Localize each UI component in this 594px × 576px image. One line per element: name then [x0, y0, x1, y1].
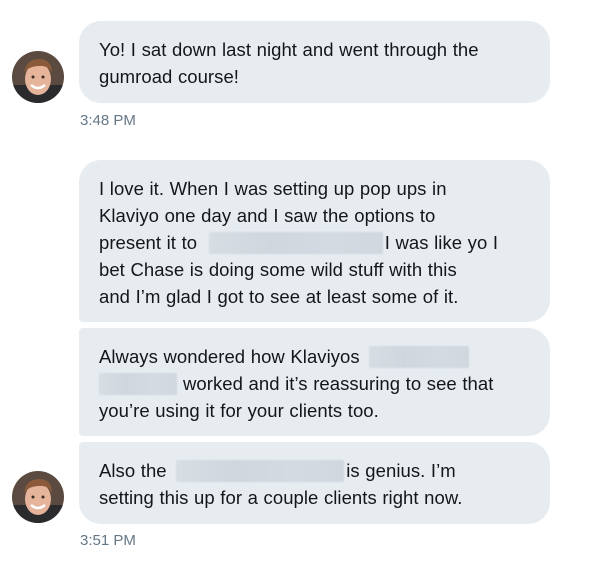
redacted-text — [176, 460, 345, 482]
message-timestamp: 3:51 PM — [80, 532, 136, 549]
message-line: Always wondered how Klaviyos — [99, 343, 530, 370]
message-line: gumroad course! — [99, 66, 239, 87]
avatar[interactable] — [12, 471, 64, 523]
message-bubble[interactable]: I love it. When I was setting up pop ups… — [79, 160, 550, 322]
message-bubble[interactable]: Yo! I sat down last night and went throu… — [79, 21, 550, 103]
message-line: setting this up for a couple clients rig… — [99, 487, 463, 508]
avatar[interactable] — [12, 51, 64, 103]
message-line: bet Chase is doing some wild stuff with … — [99, 259, 457, 280]
user-avatar-icon — [12, 51, 64, 103]
message-line: you’re using it for your clients too. — [99, 400, 379, 421]
message-line: Yo! I sat down last night and went throu… — [99, 39, 479, 60]
message-line: present it to I was like yo I — [99, 232, 499, 254]
redacted-text — [369, 346, 470, 368]
redacted-text — [208, 232, 383, 254]
message-line: worked and it’s reassuring to see that — [99, 370, 530, 397]
message-timestamp: 3:48 PM — [80, 112, 136, 129]
message-line: Klaviyo one day and I saw the options to — [99, 205, 436, 226]
message-line: I love it. When I was setting up pop ups… — [99, 178, 447, 199]
message-bubble[interactable]: Also the is genius. I’m setting this up … — [79, 442, 550, 524]
message-line: Also the is genius. I’m — [99, 460, 456, 482]
message-line: and I’m glad I got to see at least some … — [99, 286, 459, 307]
message-bubble[interactable]: Always wondered how Klaviyos worked and … — [79, 328, 550, 436]
user-avatar-icon — [12, 471, 64, 523]
redacted-text — [99, 373, 177, 395]
